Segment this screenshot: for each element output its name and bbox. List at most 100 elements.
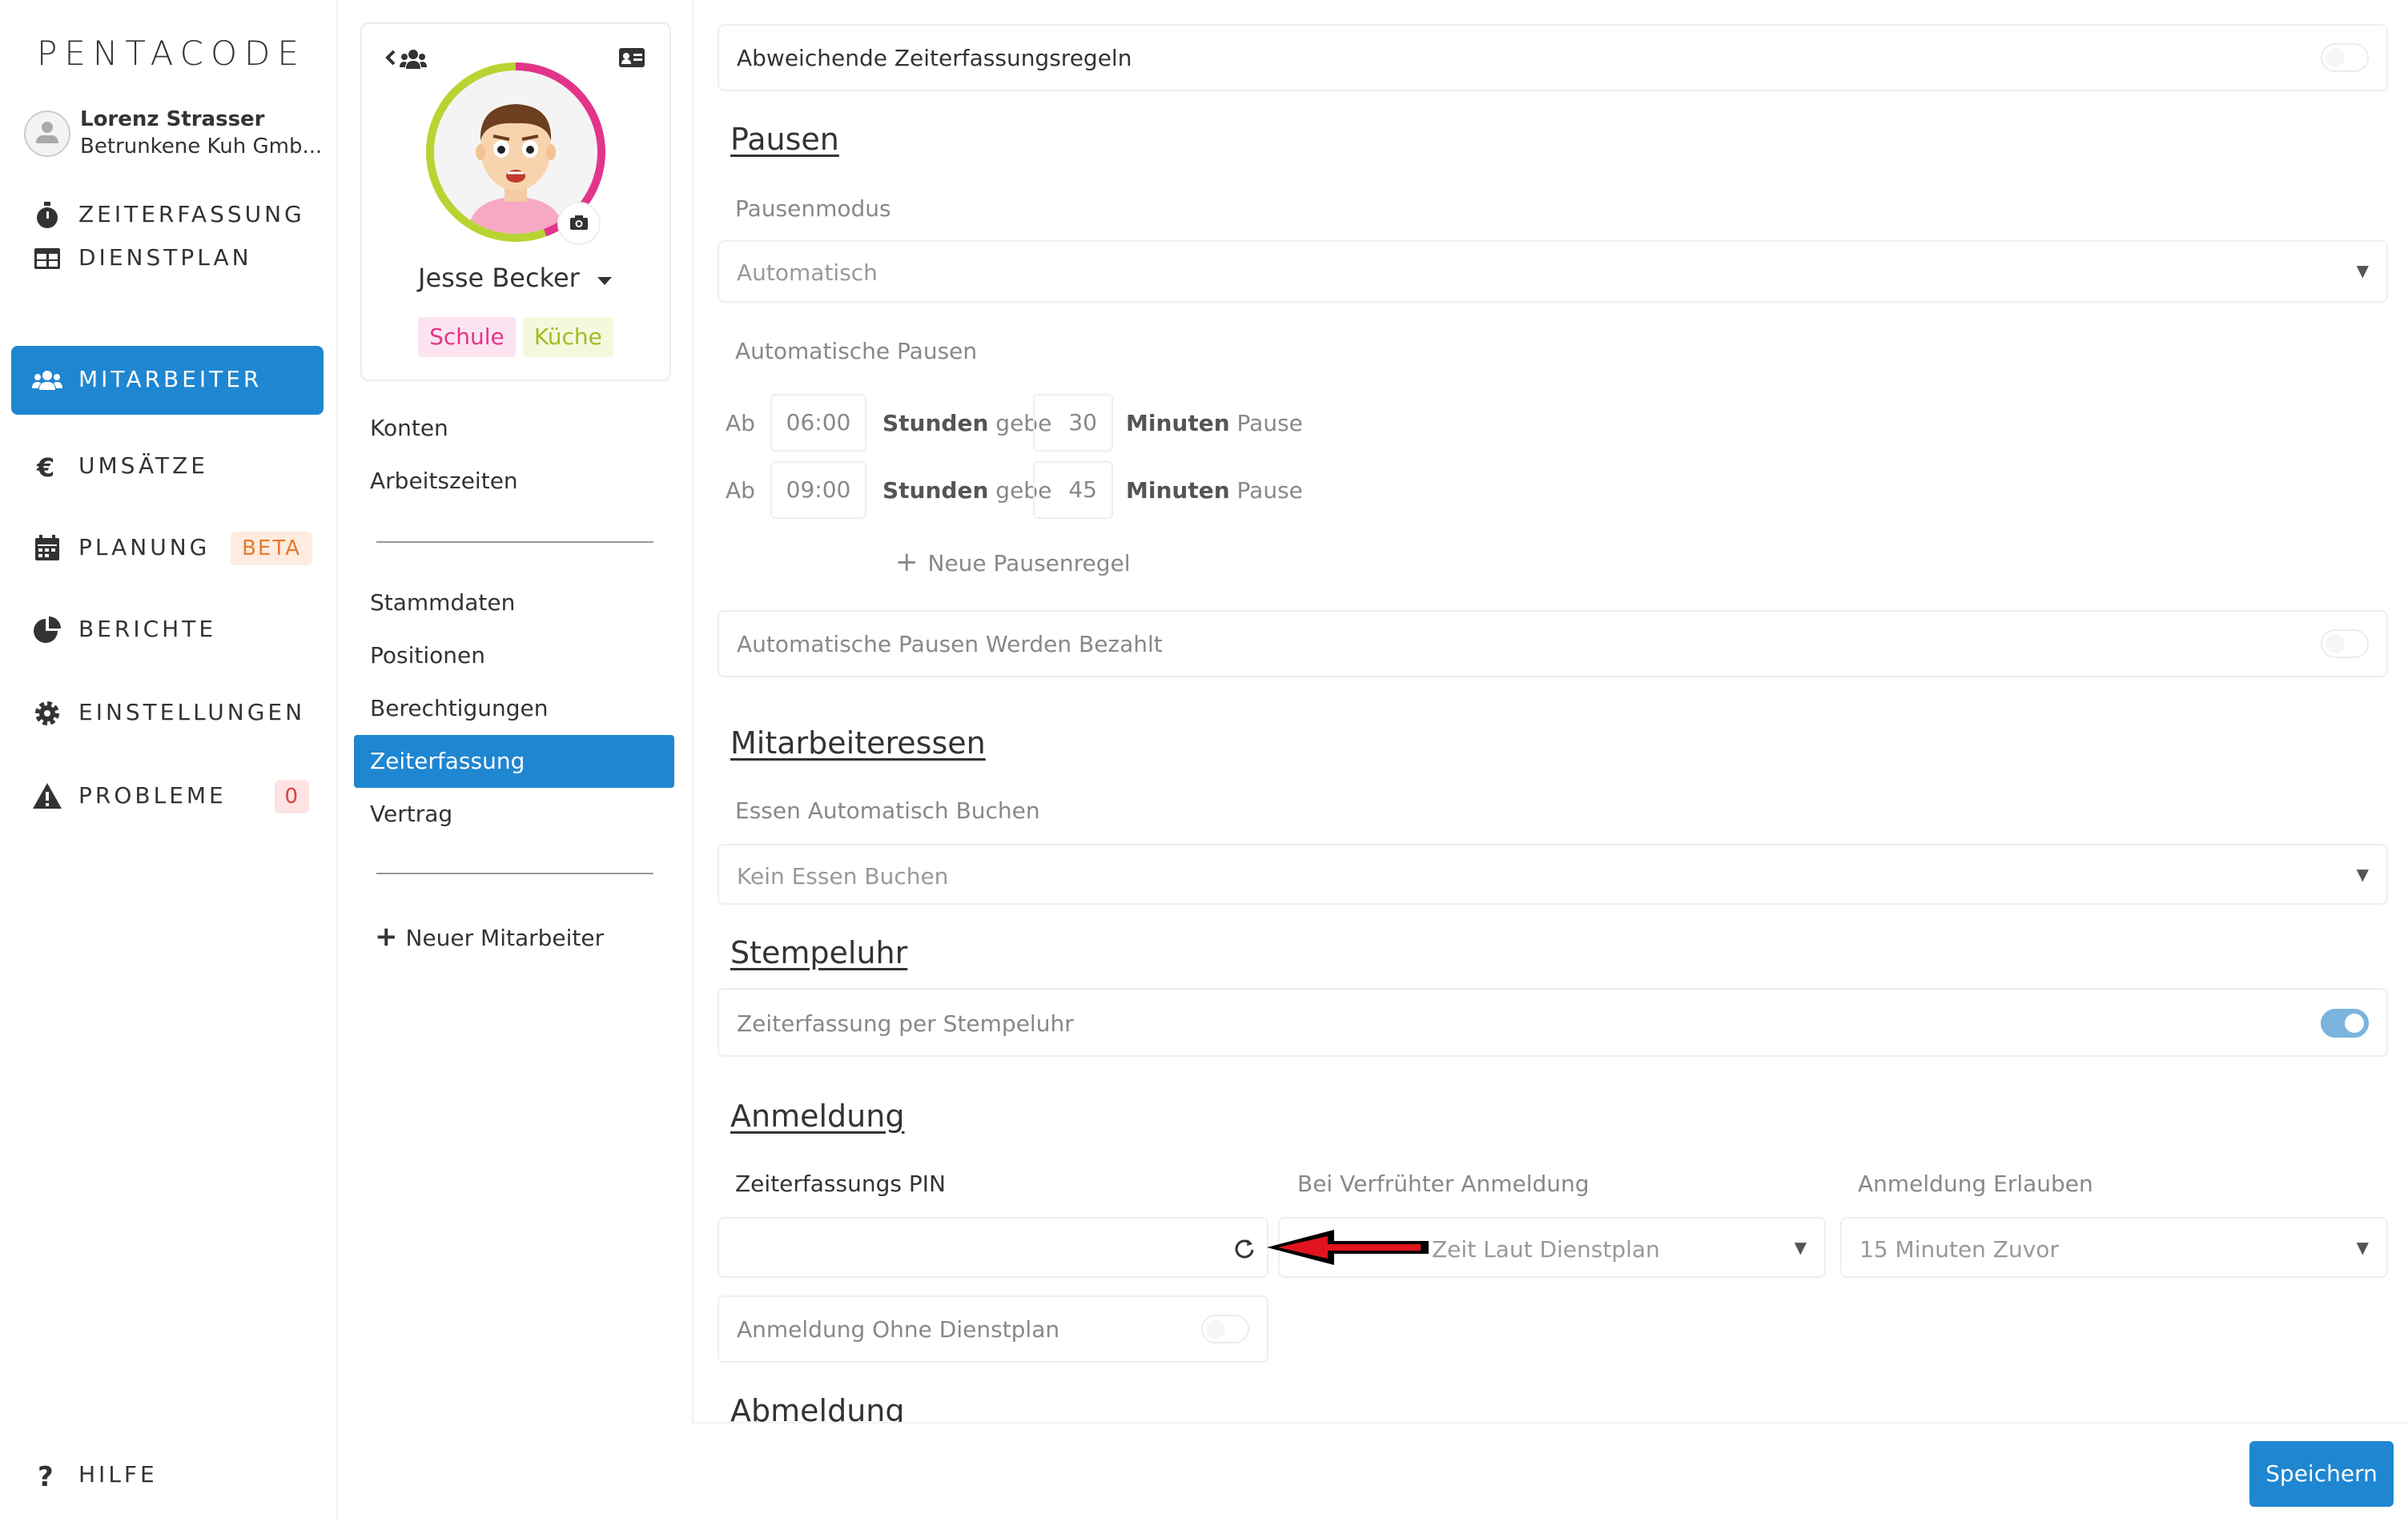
rule-minuten-label: Minuten — [1126, 410, 1230, 436]
nav-item-umsaetze[interactable]: € UMSÄTZE — [11, 432, 324, 501]
position-tag: Schule — [418, 317, 516, 357]
caret-down-icon — [597, 277, 612, 285]
new-employee-button[interactable]: + Neuer Mitarbeiter — [375, 921, 604, 953]
new-employee-label: Neuer Mitarbeiter — [405, 925, 605, 951]
rule-minutes-input[interactable]: 30 — [1033, 394, 1113, 452]
paid-pauses-row: Automatische Pausen Werden Bezahlt — [718, 610, 2388, 677]
nav-item-label: HILFE — [78, 1461, 158, 1488]
users-icon — [32, 371, 62, 390]
user-avatar-icon — [24, 110, 70, 157]
plus-icon: + — [375, 921, 398, 953]
section-title-anmeldung: Anmeldung — [730, 1098, 905, 1134]
new-pause-rule-label: Neue Pausenregel — [927, 550, 1131, 576]
divider — [376, 873, 653, 874]
clock-label: Zeiterfassung per Stempeluhr — [737, 1010, 1074, 1037]
nav-item-label: PROBLEME — [78, 782, 227, 809]
rule-pause-label: Pause — [1236, 410, 1303, 436]
nav-item-berichte[interactable]: BERICHTE — [11, 596, 324, 665]
auto-pauses-label: Automatische Pausen — [735, 338, 978, 364]
pause-mode-value: Automatisch — [737, 259, 878, 286]
section-title-pausen: Pausen — [730, 122, 839, 157]
pin-label: Zeiterfassungs PIN — [735, 1171, 946, 1197]
pause-rule-row: Ab 06:00 Stunden gebe 30 Minuten Pause — [726, 394, 1366, 452]
id-card-icon[interactable] — [618, 46, 645, 69]
nav-item-label: PLANUNG — [78, 534, 211, 560]
submenu-arbeitszeiten[interactable]: Arbeitszeiten — [370, 468, 518, 494]
rule-pause-label: Pause — [1236, 477, 1303, 504]
pause-rule-row: Ab 09:00 Stunden gebe 45 Minuten Pause — [726, 461, 1366, 519]
user-company: Betrunkene Kuh Gmb... — [80, 135, 323, 159]
section-title-mitarbeiteressen: Mitarbeiteressen — [730, 725, 986, 761]
pin-input[interactable] — [718, 1217, 1268, 1278]
rule-stunden-label: Stunden — [882, 410, 989, 436]
clock-toggle[interactable] — [2321, 1009, 2369, 1038]
login-without-roster-row: Anmeldung Ohne Dienstplan — [718, 1295, 1268, 1363]
section-title-stempeluhr: Stempeluhr — [730, 935, 908, 970]
position-tag: Küche — [522, 317, 613, 357]
pie-chart-icon — [34, 616, 61, 643]
nav-item-einstellungen[interactable]: EINSTELLUNGEN — [11, 679, 324, 748]
rule-stunden-label: Stunden — [882, 477, 989, 504]
nav-item-mitarbeiter[interactable]: MITARBEITER — [11, 346, 324, 415]
deviating-rules-label: Abweichende Zeiterfassungsregeln — [737, 45, 1132, 71]
select-caret-icon: ▼ — [1794, 1238, 1807, 1257]
change-photo-button[interactable] — [557, 202, 601, 245]
employee-selector[interactable]: Jesse Becker — [362, 263, 669, 293]
time-tracking-settings: Abweichende Zeiterfassungsregeln Pausen … — [692, 0, 2408, 1520]
nav-item-dienstplan[interactable]: DIENSTPLAN — [11, 224, 324, 293]
paid-pauses-toggle[interactable] — [2321, 629, 2369, 658]
euro-icon: € — [36, 452, 54, 483]
rule-ab-label: Ab — [726, 477, 755, 504]
login-allow-label: Anmeldung Erlauben — [1858, 1171, 2093, 1197]
rule-hours-input[interactable]: 06:00 — [770, 394, 866, 452]
new-pause-rule-button[interactable]: + Neue Pausenregel — [895, 546, 1131, 578]
nav-item-label: UMSÄTZE — [78, 452, 208, 479]
login-allow-select[interactable]: 15 Minuten Zuvor ▼ — [1840, 1217, 2388, 1278]
login-allow-value: 15 Minuten Zuvor — [1859, 1236, 2059, 1263]
select-caret-icon: ▼ — [2356, 1238, 2369, 1257]
meal-booking-select[interactable]: Kein Essen Buchen ▼ — [718, 844, 2388, 905]
submenu-vertrag[interactable]: Vertrag — [370, 801, 452, 827]
early-login-label: Bei Verfrühter Anmeldung — [1297, 1171, 1590, 1197]
meal-booking-value: Kein Essen Buchen — [737, 863, 949, 890]
back-to-employees-icon[interactable] — [384, 45, 434, 74]
meal-booking-label: Essen Automatisch Buchen — [735, 797, 1040, 824]
login-without-roster-toggle[interactable] — [1201, 1315, 1249, 1343]
calendar-icon — [35, 535, 59, 560]
pause-mode-select[interactable]: Automatisch ▼ — [718, 240, 2388, 303]
gear-icon — [35, 701, 59, 725]
deviating-rules-row: Abweichende Zeiterfassungsregeln — [718, 24, 2388, 91]
nav-item-label: BERICHTE — [78, 616, 217, 642]
submenu-konten[interactable]: Konten — [370, 415, 448, 441]
submenu-stammdaten[interactable]: Stammdaten — [370, 589, 515, 616]
nav-item-probleme[interactable]: PROBLEME 0 — [11, 762, 324, 831]
submenu-zeiterfassung[interactable]: Zeiterfassung — [354, 735, 674, 788]
deviating-rules-toggle[interactable] — [2321, 43, 2369, 72]
nav-item-label: MITARBEITER — [78, 366, 263, 392]
plus-icon: + — [895, 546, 919, 578]
early-login-value: Zeit Laut Dienstplan — [1432, 1236, 1660, 1263]
nav-item-planung[interactable]: PLANUNG BETA — [11, 514, 324, 583]
position-tags: Schule Küche — [362, 317, 669, 357]
beta-badge: BETA — [231, 532, 312, 565]
select-caret-icon: ▼ — [2356, 261, 2369, 280]
question-icon: ? — [38, 1461, 54, 1492]
app-logo: PENTACODE — [37, 34, 306, 73]
action-bar — [692, 1422, 2408, 1522]
camera-icon — [570, 215, 588, 230]
refresh-icon[interactable] — [1232, 1236, 1257, 1262]
warning-icon — [33, 783, 62, 809]
submenu-berechtigungen[interactable]: Berechtigungen — [370, 695, 548, 721]
current-user[interactable]: Lorenz Strasser Betrunkene Kuh Gmb... — [24, 104, 328, 165]
select-caret-icon: ▼ — [2356, 865, 2369, 884]
nav-item-hilfe[interactable]: ? HILFE — [11, 1441, 324, 1510]
user-name: Lorenz Strasser — [80, 107, 265, 131]
submenu-positionen[interactable]: Positionen — [370, 642, 485, 669]
save-button[interactable]: Speichern — [2249, 1441, 2394, 1507]
table-icon — [34, 248, 60, 269]
clock-row: Zeiterfassung per Stempeluhr — [718, 988, 2388, 1057]
main-navigation: PENTACODE Lorenz Strasser Betrunkene Kuh… — [0, 0, 338, 1520]
rule-hours-input[interactable]: 09:00 — [770, 461, 866, 519]
rule-minutes-input[interactable]: 45 — [1033, 461, 1113, 519]
svg-text:?: ? — [38, 1461, 54, 1492]
